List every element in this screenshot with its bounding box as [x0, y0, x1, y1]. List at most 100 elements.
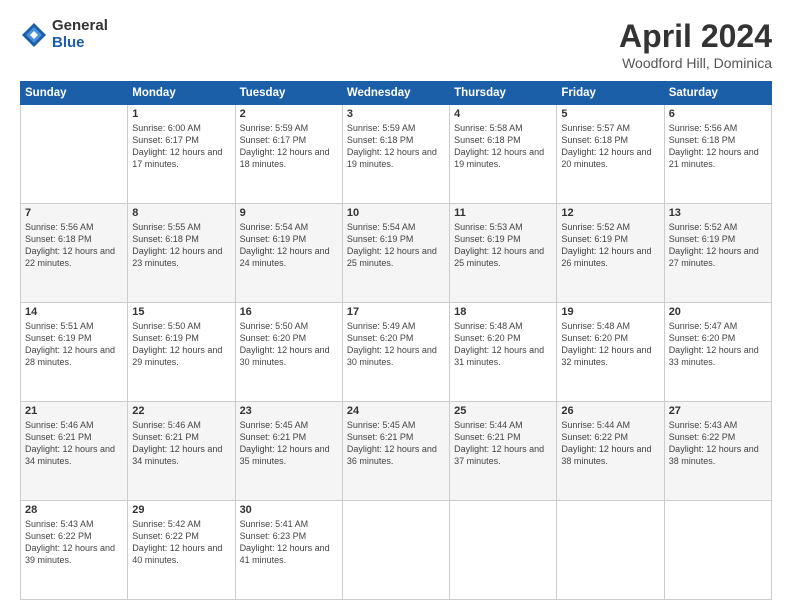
day-info: Sunrise: 5:49 AMSunset: 6:20 PMDaylight:… [347, 320, 445, 369]
calendar-header-friday: Friday [557, 82, 664, 105]
calendar-cell: 30 Sunrise: 5:41 AMSunset: 6:23 PMDayligh… [235, 501, 342, 600]
title-block: April 2024 Woodford Hill, Dominica [619, 18, 772, 71]
calendar-cell: 7 Sunrise: 5:56 AMSunset: 6:18 PMDaylight… [21, 204, 128, 303]
day-number: 30 [240, 504, 338, 516]
calendar-cell: 13 Sunrise: 5:52 AMSunset: 6:19 PMDayligh… [664, 204, 771, 303]
day-number: 20 [669, 306, 767, 318]
calendar-week-5: 28 Sunrise: 5:43 AMSunset: 6:22 PMDayligh… [21, 501, 772, 600]
day-number: 26 [561, 405, 659, 417]
day-info: Sunrise: 5:59 AMSunset: 6:17 PMDaylight:… [240, 122, 338, 171]
day-info: Sunrise: 5:54 AMSunset: 6:19 PMDaylight:… [240, 221, 338, 270]
calendar-cell: 9 Sunrise: 5:54 AMSunset: 6:19 PMDaylight… [235, 204, 342, 303]
day-info: Sunrise: 5:53 AMSunset: 6:19 PMDaylight:… [454, 221, 552, 270]
day-info: Sunrise: 5:48 AMSunset: 6:20 PMDaylight:… [454, 320, 552, 369]
day-number: 14 [25, 306, 123, 318]
calendar-cell: 3Sunrise: 5:59 AMSunset: 6:18 PMDaylight… [342, 105, 449, 204]
calendar-header-wednesday: Wednesday [342, 82, 449, 105]
calendar-cell: 18 Sunrise: 5:48 AMSunset: 6:20 PMDayligh… [450, 303, 557, 402]
day-info: Sunrise: 5:43 AMSunset: 6:22 PMDaylight:… [25, 518, 123, 567]
calendar-header-thursday: Thursday [450, 82, 557, 105]
day-number: 24 [347, 405, 445, 417]
day-number: 22 [132, 405, 230, 417]
day-info: Sunrise: 5:56 AMSunset: 6:18 PMDaylight:… [25, 221, 123, 270]
calendar-cell [342, 501, 449, 600]
day-info: Sunrise: 5:54 AMSunset: 6:19 PMDaylight:… [347, 221, 445, 270]
day-number: 2 [240, 108, 338, 120]
calendar-cell [557, 501, 664, 600]
title-month: April 2024 [619, 18, 772, 55]
calendar-cell: 21 Sunrise: 5:46 AMSunset: 6:21 PMDayligh… [21, 402, 128, 501]
calendar-week-3: 14 Sunrise: 5:51 AMSunset: 6:19 PMDayligh… [21, 303, 772, 402]
logo-blue: Blue [52, 35, 108, 52]
day-info: Sunrise: 6:00 AMSunset: 6:17 PMDaylight:… [132, 122, 230, 171]
day-number: 15 [132, 306, 230, 318]
day-number: 7 [25, 207, 123, 219]
calendar-cell: 23 Sunrise: 5:45 AMSunset: 6:21 PMDayligh… [235, 402, 342, 501]
day-info: Sunrise: 5:48 AMSunset: 6:20 PMDaylight:… [561, 320, 659, 369]
day-number: 23 [240, 405, 338, 417]
calendar-cell [21, 105, 128, 204]
day-number: 16 [240, 306, 338, 318]
day-number: 17 [347, 306, 445, 318]
calendar-week-4: 21 Sunrise: 5:46 AMSunset: 6:21 PMDayligh… [21, 402, 772, 501]
calendar-cell: 10 Sunrise: 5:54 AMSunset: 6:19 PMDayligh… [342, 204, 449, 303]
calendar-cell: 26Sunrise: 5:44 AMSunset: 6:22 PMDayligh… [557, 402, 664, 501]
logo-icon [20, 21, 48, 49]
calendar-cell: 11Sunrise: 5:53 AMSunset: 6:19 PMDayligh… [450, 204, 557, 303]
calendar-table: SundayMondayTuesdayWednesdayThursdayFrid… [20, 81, 772, 600]
calendar-cell: 22Sunrise: 5:46 AMSunset: 6:21 PMDayligh… [128, 402, 235, 501]
day-number: 12 [561, 207, 659, 219]
day-number: 13 [669, 207, 767, 219]
calendar-cell: 8 Sunrise: 5:55 AMSunset: 6:18 PMDaylight… [128, 204, 235, 303]
day-info: Sunrise: 5:52 AMSunset: 6:19 PMDaylight:… [561, 221, 659, 270]
day-info: Sunrise: 5:57 AMSunset: 6:18 PMDaylight:… [561, 122, 659, 171]
calendar-cell: 16 Sunrise: 5:50 AMSunset: 6:20 PMDayligh… [235, 303, 342, 402]
calendar-cell: 19Sunrise: 5:48 AMSunset: 6:20 PMDayligh… [557, 303, 664, 402]
calendar-cell: 25Sunrise: 5:44 AMSunset: 6:21 PMDayligh… [450, 402, 557, 501]
day-info: Sunrise: 5:51 AMSunset: 6:19 PMDaylight:… [25, 320, 123, 369]
day-info: Sunrise: 5:45 AMSunset: 6:21 PMDaylight:… [347, 419, 445, 468]
day-number: 21 [25, 405, 123, 417]
calendar-cell: 15 Sunrise: 5:50 AMSunset: 6:19 PMDayligh… [128, 303, 235, 402]
day-info: Sunrise: 5:55 AMSunset: 6:18 PMDaylight:… [132, 221, 230, 270]
day-info: Sunrise: 5:42 AMSunset: 6:22 PMDaylight:… [132, 518, 230, 567]
day-info: Sunrise: 5:43 AMSunset: 6:22 PMDaylight:… [669, 419, 767, 468]
day-number: 10 [347, 207, 445, 219]
calendar-cell: 1 Sunrise: 6:00 AMSunset: 6:17 PMDaylight… [128, 105, 235, 204]
day-info: Sunrise: 5:50 AMSunset: 6:20 PMDaylight:… [240, 320, 338, 369]
calendar-cell: 6Sunrise: 5:56 AMSunset: 6:18 PMDaylight… [664, 105, 771, 204]
logo: General Blue [20, 18, 108, 51]
calendar-cell: 2 Sunrise: 5:59 AMSunset: 6:17 PMDaylight… [235, 105, 342, 204]
day-number: 6 [669, 108, 767, 120]
day-number: 1 [132, 108, 230, 120]
day-number: 3 [347, 108, 445, 120]
calendar-header-tuesday: Tuesday [235, 82, 342, 105]
day-number: 8 [132, 207, 230, 219]
calendar-header-monday: Monday [128, 82, 235, 105]
calendar-cell: 17 Sunrise: 5:49 AMSunset: 6:20 PMDayligh… [342, 303, 449, 402]
calendar-cell: 24 Sunrise: 5:45 AMSunset: 6:21 PMDayligh… [342, 402, 449, 501]
day-info: Sunrise: 5:58 AMSunset: 6:18 PMDaylight:… [454, 122, 552, 171]
day-info: Sunrise: 5:46 AMSunset: 6:21 PMDaylight:… [25, 419, 123, 468]
logo-general: General [52, 18, 108, 35]
calendar-week-1: 1 Sunrise: 6:00 AMSunset: 6:17 PMDaylight… [21, 105, 772, 204]
logo-text: General Blue [52, 18, 108, 51]
calendar-week-2: 7 Sunrise: 5:56 AMSunset: 6:18 PMDaylight… [21, 204, 772, 303]
day-info: Sunrise: 5:52 AMSunset: 6:19 PMDaylight:… [669, 221, 767, 270]
calendar-cell [664, 501, 771, 600]
calendar-header-sunday: Sunday [21, 82, 128, 105]
calendar-cell: 12 Sunrise: 5:52 AMSunset: 6:19 PMDayligh… [557, 204, 664, 303]
day-number: 18 [454, 306, 552, 318]
day-info: Sunrise: 5:41 AMSunset: 6:23 PMDaylight:… [240, 518, 338, 567]
page: General Blue April 2024 Woodford Hill, D… [0, 0, 792, 612]
day-number: 27 [669, 405, 767, 417]
calendar-cell: 29 Sunrise: 5:42 AMSunset: 6:22 PMDayligh… [128, 501, 235, 600]
day-number: 9 [240, 207, 338, 219]
calendar-cell: 5Sunrise: 5:57 AMSunset: 6:18 PMDaylight… [557, 105, 664, 204]
day-info: Sunrise: 5:50 AMSunset: 6:19 PMDaylight:… [132, 320, 230, 369]
header: General Blue April 2024 Woodford Hill, D… [20, 18, 772, 71]
day-number: 28 [25, 504, 123, 516]
day-number: 29 [132, 504, 230, 516]
day-info: Sunrise: 5:45 AMSunset: 6:21 PMDaylight:… [240, 419, 338, 468]
calendar-cell: 14 Sunrise: 5:51 AMSunset: 6:19 PMDayligh… [21, 303, 128, 402]
